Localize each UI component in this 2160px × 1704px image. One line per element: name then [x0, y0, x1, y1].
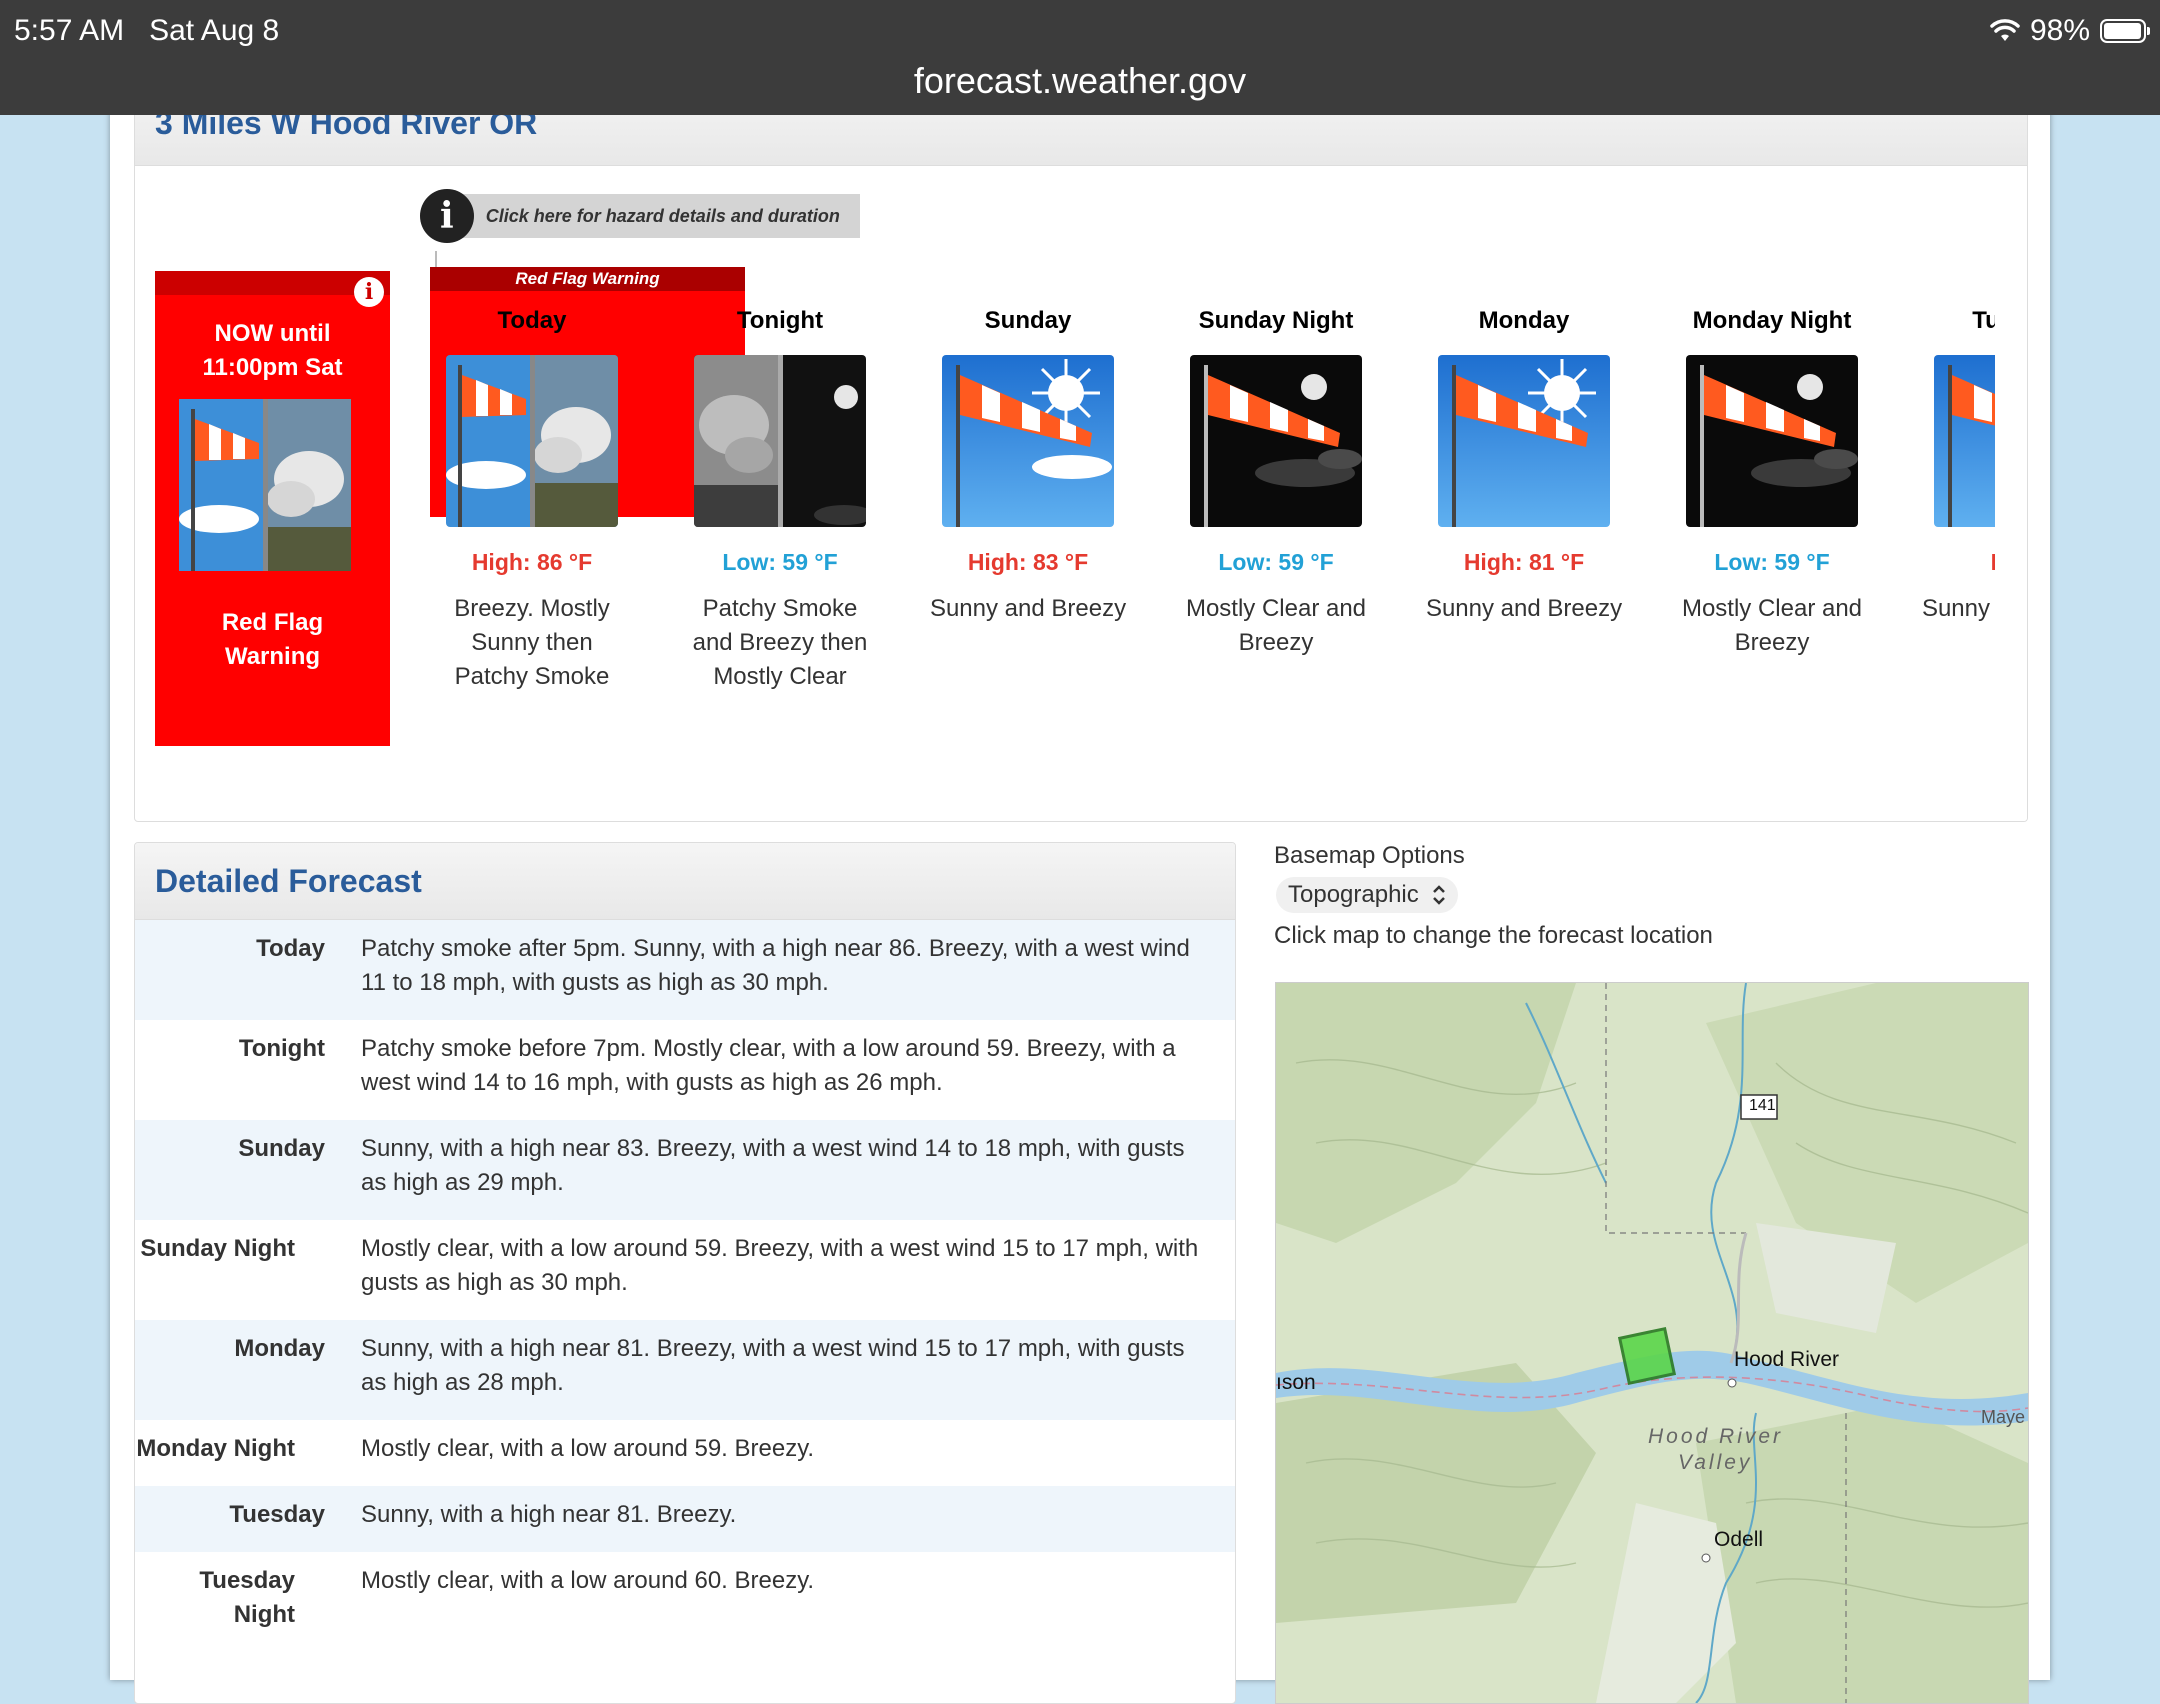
url-bar[interactable]: forecast.weather.gov: [0, 60, 2160, 102]
region-label-line1: Hood River: [1648, 1425, 1784, 1448]
period-name: Monday Night: [1692, 307, 1852, 334]
period-desc: Patchy Smoke and Breezy then Mostly Clea…: [692, 595, 868, 690]
battery-icon: [2100, 19, 2150, 43]
period-name: Tonight: [736, 307, 824, 334]
row-text: Mostly clear, with a low around 60. Bree…: [361, 1567, 815, 1594]
period-desc: Sunny and Breezy: [929, 595, 1127, 622]
period-name: Sunday: [984, 307, 1072, 334]
table-row: Sunday Night Mostly clear, with a low ar…: [135, 1220, 1235, 1320]
row-text: Mostly clear, with a low around 59. Bree…: [361, 1235, 1199, 1296]
red-flag-band-label: Red Flag Warning: [430, 267, 745, 291]
smoke-night-icon: [694, 355, 866, 527]
scroll-clip: [1995, 201, 2027, 821]
windsock-moon-icon: [1190, 355, 1362, 527]
windsock-smoke-icon: [446, 355, 618, 527]
now-line2: 11:00pm Sat: [202, 354, 343, 381]
row-label: Today: [256, 935, 325, 962]
period-temp: High: 83 °F: [967, 549, 1089, 575]
windsock-moon-icon: [1686, 355, 1858, 527]
hazard-hint-text[interactable]: Click here for hazard details and durati…: [461, 194, 860, 238]
forecast-map[interactable]: 141 Hood River ıson Maye Hood River Vall…: [1275, 982, 2029, 1704]
row-label: Sunday: [238, 1135, 325, 1162]
row-label: Tuesday: [229, 1501, 325, 1528]
status-right: 98%: [1990, 14, 2150, 48]
row-label: Sunday Night: [140, 1235, 295, 1262]
status-bar: 5:57 AM Sat Aug 8 98% forecast.weather.g…: [0, 0, 2160, 115]
period-monday[interactable]: Monday High: 81 °F Sunny and Breezy: [1404, 301, 1644, 626]
row-label: Monday Night: [136, 1435, 295, 1462]
info-icon[interactable]: i: [420, 189, 474, 243]
date: Sat Aug 8: [149, 14, 280, 47]
row-text: Patchy smoke after 5pm. Sunny, with a hi…: [361, 935, 1190, 996]
warning-line1: Red Flag: [221, 609, 324, 636]
period-desc: Mostly Clear and Breezy: [1185, 595, 1367, 656]
table-row: Monday Sunny, with a high near 81. Breez…: [135, 1320, 1235, 1420]
hazard-hint[interactable]: i Click here for hazard details and dura…: [420, 189, 860, 243]
route-141-label: 141: [1749, 1097, 1776, 1114]
windsock-sun-icon: [1438, 355, 1610, 527]
period-today[interactable]: Today High: 86 °F Breezy. Mostly Sunny t…: [412, 301, 652, 694]
windsock-smoke-icon: [179, 399, 351, 576]
period-sunday[interactable]: Sunday High: 83 °F Sunny and Breezy: [908, 301, 1148, 626]
battery-percent: 98%: [2029, 14, 2090, 47]
row-label: Monday: [234, 1335, 325, 1362]
row-text: Sunny, with a high near 81. Breezy, with…: [361, 1335, 1185, 1396]
period-name: Today: [497, 307, 567, 334]
period-sunday-night[interactable]: Sunday Night Low: 59 °F Mostly Clear and…: [1156, 301, 1396, 660]
city-label-hood-river: Hood River: [1734, 1348, 1840, 1371]
table-row: Tuesday Sunny, with a high near 81. Bree…: [135, 1486, 1235, 1552]
basemap-select[interactable]: Topographic: [1276, 877, 1458, 913]
hazard-label: Red Flag Warning: [155, 606, 390, 674]
table-row: Monday Night Mostly clear, with a low ar…: [135, 1420, 1235, 1486]
hazard-info-icon[interactable]: i: [354, 277, 384, 307]
detailed-forecast-panel: Detailed Forecast Today Patchy smoke aft…: [134, 842, 1236, 1704]
map-hint: Click map to change the forecast locatio…: [1274, 922, 1713, 949]
city-label-west: ıson: [1276, 1371, 1316, 1394]
period-desc: Sunny and Breezy: [1425, 595, 1623, 622]
row-label: Tuesday Night: [199, 1567, 295, 1628]
period-temp: High: 81 °F: [1463, 549, 1585, 575]
row-text: Sunny, with a high near 81. Breezy.: [361, 1501, 737, 1528]
table-row: Sunday Sunny, with a high near 83. Breez…: [135, 1120, 1235, 1220]
wifi-icon: [1990, 19, 2020, 41]
warning-line2: Warning: [224, 643, 321, 670]
row-text: Sunny, with a high near 83. Breezy, with…: [361, 1135, 1185, 1196]
table-row: Today Patchy smoke after 5pm. Sunny, wit…: [135, 920, 1235, 1020]
detailed-forecast-title: Detailed Forecast: [135, 843, 1235, 920]
windsock-sun-icon: [942, 355, 1114, 527]
basemap-value: Topographic: [1288, 881, 1419, 908]
table-row: Tuesday Night Mostly clear, with a low a…: [135, 1552, 1235, 1644]
period-name: Monday: [1478, 307, 1570, 334]
status-time: 5:57 AM Sat Aug 8: [14, 14, 279, 48]
row-label: Tonight: [238, 1035, 325, 1062]
city-label-odell: Odell: [1714, 1528, 1764, 1551]
hazard-duration: NOW until 11:00pm Sat: [155, 317, 390, 385]
period-name: Sunday Night: [1198, 307, 1354, 334]
forecast-panel: 3 Miles W Hood River OR i Click here for…: [134, 80, 2028, 822]
city-label-east: Maye: [1981, 1407, 2026, 1427]
clock: 5:57 AM: [14, 14, 125, 47]
period-temp: Low: 59 °F: [1714, 549, 1830, 575]
map-canvas[interactable]: [1276, 983, 2028, 1703]
period-temp: High: 86 °F: [471, 549, 593, 575]
region-label-line2: Valley: [1678, 1451, 1753, 1474]
select-arrows-icon: [1433, 885, 1445, 905]
period-desc: Breezy. Mostly Sunny then Patchy Smoke: [454, 595, 610, 690]
period-desc: Mostly Clear and Breezy: [1681, 595, 1863, 656]
period-temp: Low: 59 °F: [1218, 549, 1334, 575]
row-text: Patchy smoke before 7pm. Mostly clear, w…: [361, 1035, 1176, 1096]
period-tonight[interactable]: Tonight Low: 59 °F Patchy Smoke and Bree…: [660, 301, 900, 694]
row-text: Mostly clear, with a low around 59. Bree…: [361, 1435, 815, 1462]
page: 3 Miles W Hood River OR i Click here for…: [110, 80, 2050, 1704]
now-line1: NOW until: [214, 320, 331, 347]
period-temp: Low: 59 °F: [722, 549, 838, 575]
basemap-label: Basemap Options: [1274, 842, 1465, 869]
hazard-now-box[interactable]: i NOW until 11:00pm Sat Red Flag Warning: [155, 271, 390, 746]
period-monday-night[interactable]: Monday Night Low: 59 °F Mostly Clear and…: [1652, 301, 1892, 660]
table-row: Tonight Patchy smoke before 7pm. Mostly …: [135, 1020, 1235, 1120]
detailed-forecast-table: Today Patchy smoke after 5pm. Sunny, wit…: [135, 920, 1235, 1644]
